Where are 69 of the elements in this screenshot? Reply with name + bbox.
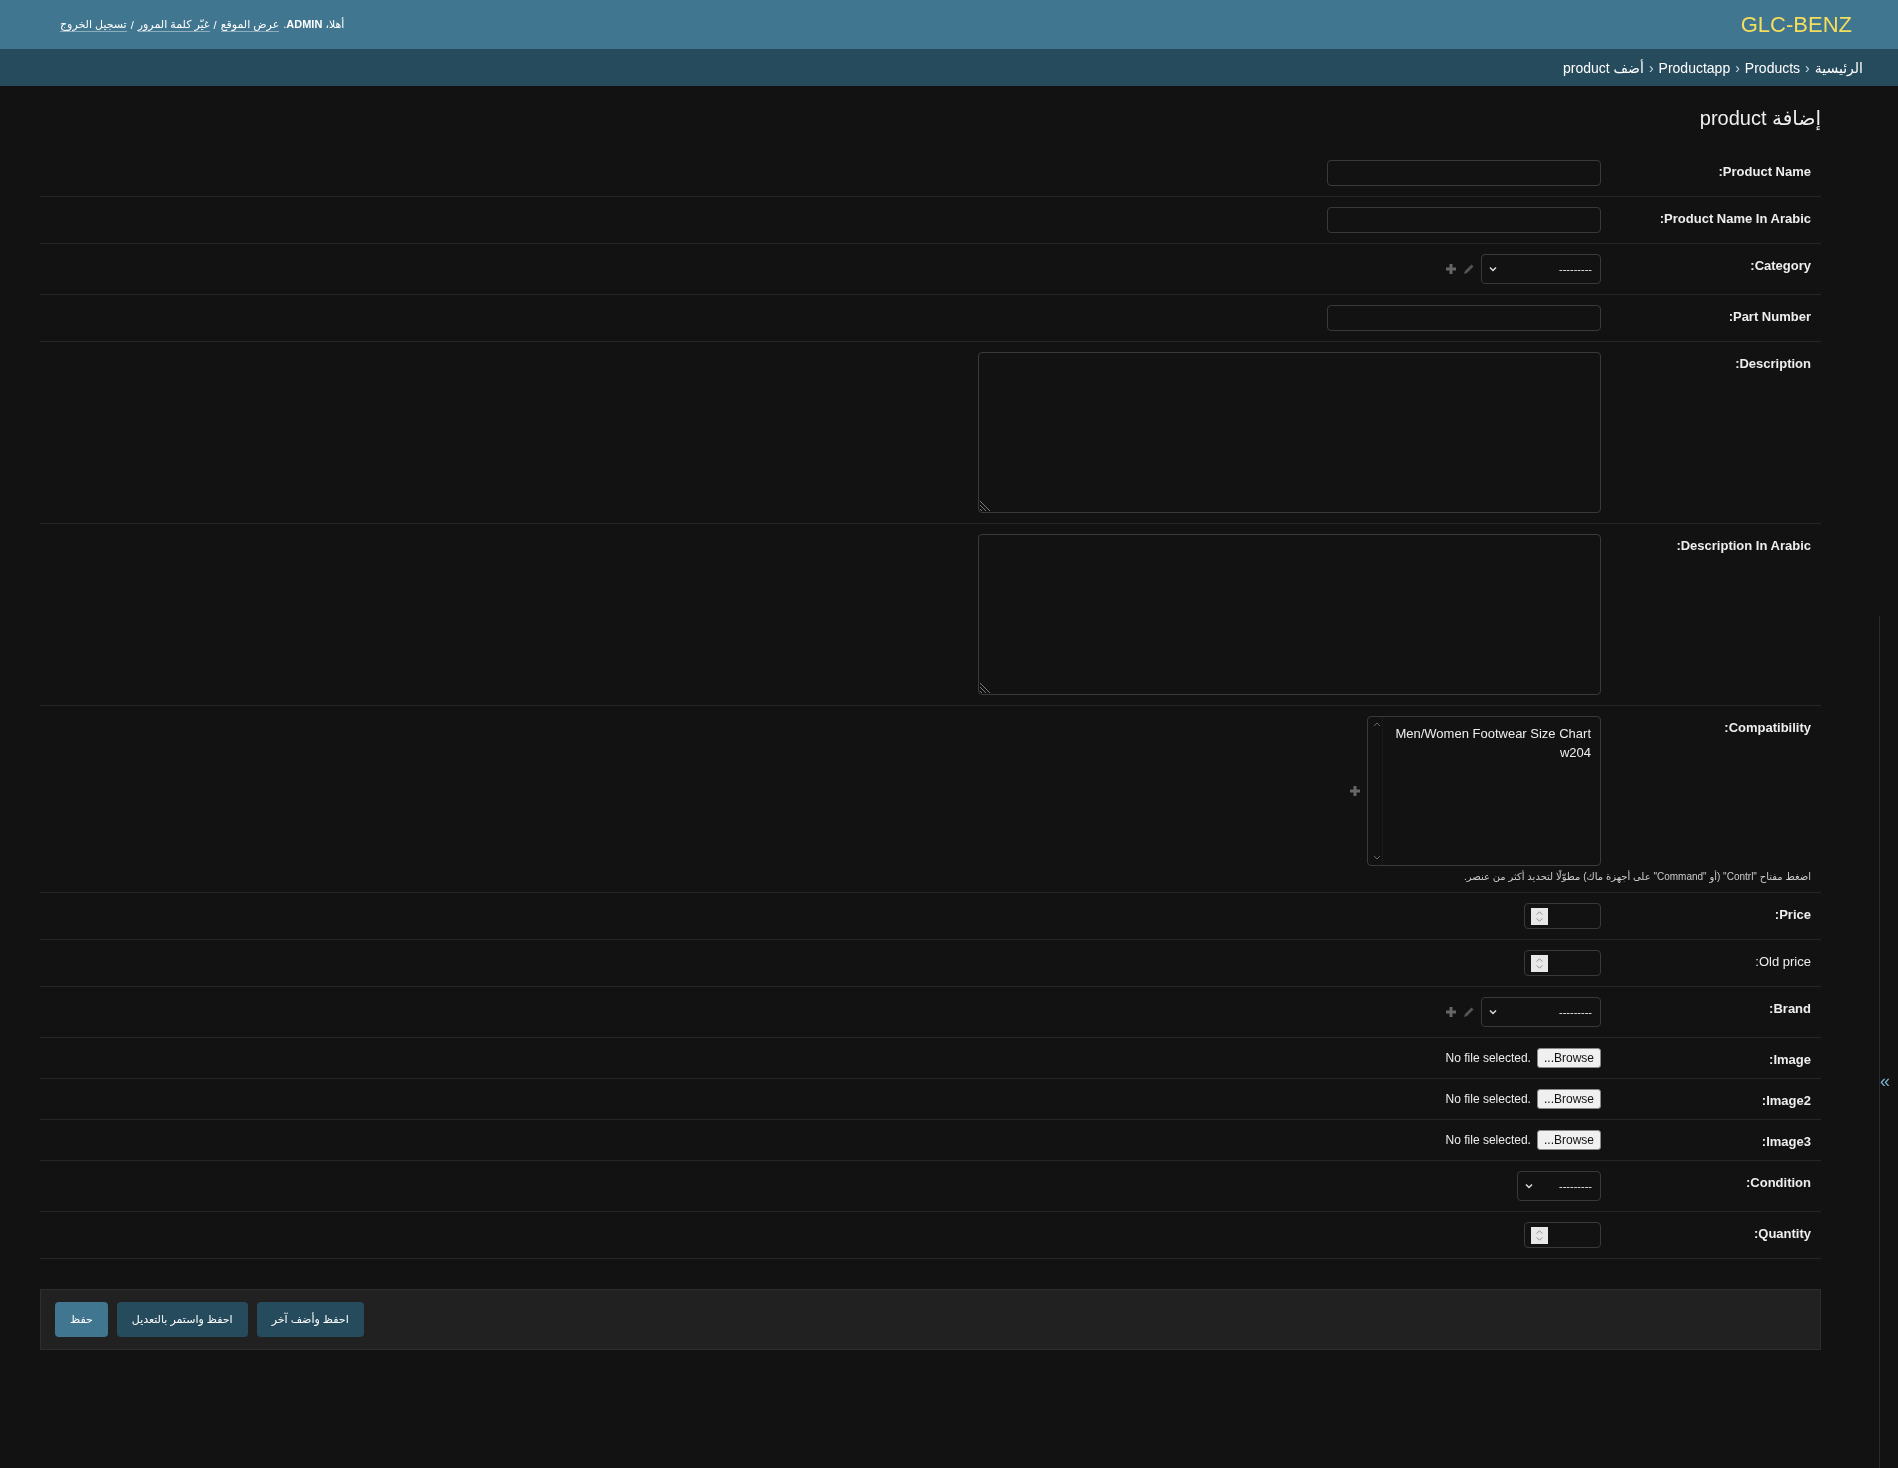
- field-label: Image3:: [1760, 1133, 1811, 1149]
- spinner-icon[interactable]: [1531, 954, 1548, 972]
- field-label: Price:: [1773, 906, 1811, 922]
- page-title: إضافة product: [1698, 106, 1821, 130]
- breadcrumb-link[interactable]: Products: [1744, 59, 1801, 76]
- plus-icon[interactable]: [1445, 1006, 1457, 1018]
- pencil-icon[interactable]: [1463, 263, 1475, 275]
- select-dropdown[interactable]: ---------: [1481, 254, 1601, 284]
- text-input[interactable]: [1327, 160, 1601, 186]
- header-link[interactable]: عرض الموقع: [220, 17, 280, 32]
- chevron-down-icon: [1488, 1007, 1498, 1017]
- select-dropdown[interactable]: ---------: [1517, 1171, 1601, 1201]
- resize-grip-icon[interactable]: [980, 681, 992, 693]
- save-button[interactable]: حفظ: [55, 1302, 108, 1337]
- header-link[interactable]: غيّر كلمة المرور: [137, 17, 210, 32]
- pencil-icon[interactable]: [1463, 1006, 1475, 1018]
- number-input[interactable]: [1524, 950, 1601, 976]
- sidebar-toggle[interactable]: «: [1880, 1071, 1890, 1092]
- breadcrumb-current: أضف product: [1563, 59, 1644, 76]
- breadcrumb-link[interactable]: Productapp: [1658, 59, 1731, 76]
- textarea-field[interactable]: [978, 534, 1601, 695]
- text-input[interactable]: [1327, 207, 1601, 233]
- field-label: Product Name In Arabic:: [1658, 210, 1811, 226]
- header-link[interactable]: تسجيل الخروج: [60, 17, 127, 32]
- plus-icon[interactable]: [1445, 263, 1457, 275]
- field-label: Compatibility:: [1723, 719, 1811, 735]
- chevron-down-icon: [1488, 264, 1498, 274]
- resize-grip-icon[interactable]: [980, 499, 992, 511]
- list-option[interactable]: Men/Women Footwear Size Chart: [1392, 724, 1591, 743]
- text-input[interactable]: [1327, 305, 1601, 331]
- file-status: No file selected.: [1445, 1133, 1531, 1147]
- browse-button[interactable]: Browse...: [1536, 1089, 1601, 1109]
- field-label: Condition:: [1745, 1174, 1811, 1190]
- file-status: No file selected.: [1445, 1051, 1531, 1065]
- file-status: No file selected.: [1445, 1092, 1531, 1106]
- link-separator: /: [213, 18, 217, 31]
- field-label: Image2:: [1760, 1092, 1811, 1108]
- field-label: Category:: [1749, 257, 1811, 273]
- select-dropdown[interactable]: ---------: [1481, 997, 1601, 1027]
- scroll-down-icon[interactable]: [1372, 854, 1382, 862]
- field-label: Description:: [1734, 355, 1811, 371]
- textarea-field[interactable]: [978, 352, 1601, 513]
- site-brand[interactable]: GLC-BENZ: [1740, 11, 1852, 38]
- breadcrumb-separator: ›: [1735, 59, 1740, 76]
- breadcrumb-link[interactable]: الرئيسية: [1814, 59, 1863, 76]
- save-button[interactable]: احفظ واستمر بالتعديل: [116, 1302, 248, 1337]
- plus-icon[interactable]: [1349, 785, 1361, 797]
- breadcrumb-separator: ›: [1805, 59, 1810, 76]
- save-button[interactable]: احفظ وأضف آخر: [256, 1302, 364, 1337]
- help-text: اضغط مفتاح "Contrl" (أو "Command" على أجهزة ماك) مطوّلًا لتحديد أكثر من عنصر.: [1463, 871, 1811, 882]
- number-input[interactable]: [1524, 1222, 1601, 1248]
- field-label: Product Name:: [1717, 163, 1811, 179]
- browse-button[interactable]: Browse...: [1536, 1048, 1601, 1068]
- number-input[interactable]: [1524, 903, 1601, 929]
- spinner-icon[interactable]: [1531, 907, 1548, 925]
- browse-button[interactable]: Browse...: [1536, 1130, 1601, 1150]
- breadcrumb-separator: ›: [1648, 59, 1654, 76]
- field-label: Quantity:: [1752, 1225, 1811, 1241]
- field-label: Brand:: [1768, 1000, 1811, 1016]
- scroll-up-icon[interactable]: [1372, 720, 1382, 728]
- field-label: Part Number:: [1727, 308, 1811, 324]
- link-separator: /: [130, 18, 134, 31]
- field-label: Old price:: [1754, 953, 1811, 969]
- spinner-icon[interactable]: [1531, 1226, 1548, 1244]
- list-option[interactable]: w204: [1392, 743, 1591, 762]
- chevron-down-icon: [1524, 1181, 1534, 1191]
- field-label: Description In Arabic:: [1675, 537, 1811, 553]
- multi-select-list[interactable]: Men/Women Footwear Size Chart w204: [1367, 716, 1601, 866]
- field-label: Image:: [1768, 1051, 1811, 1067]
